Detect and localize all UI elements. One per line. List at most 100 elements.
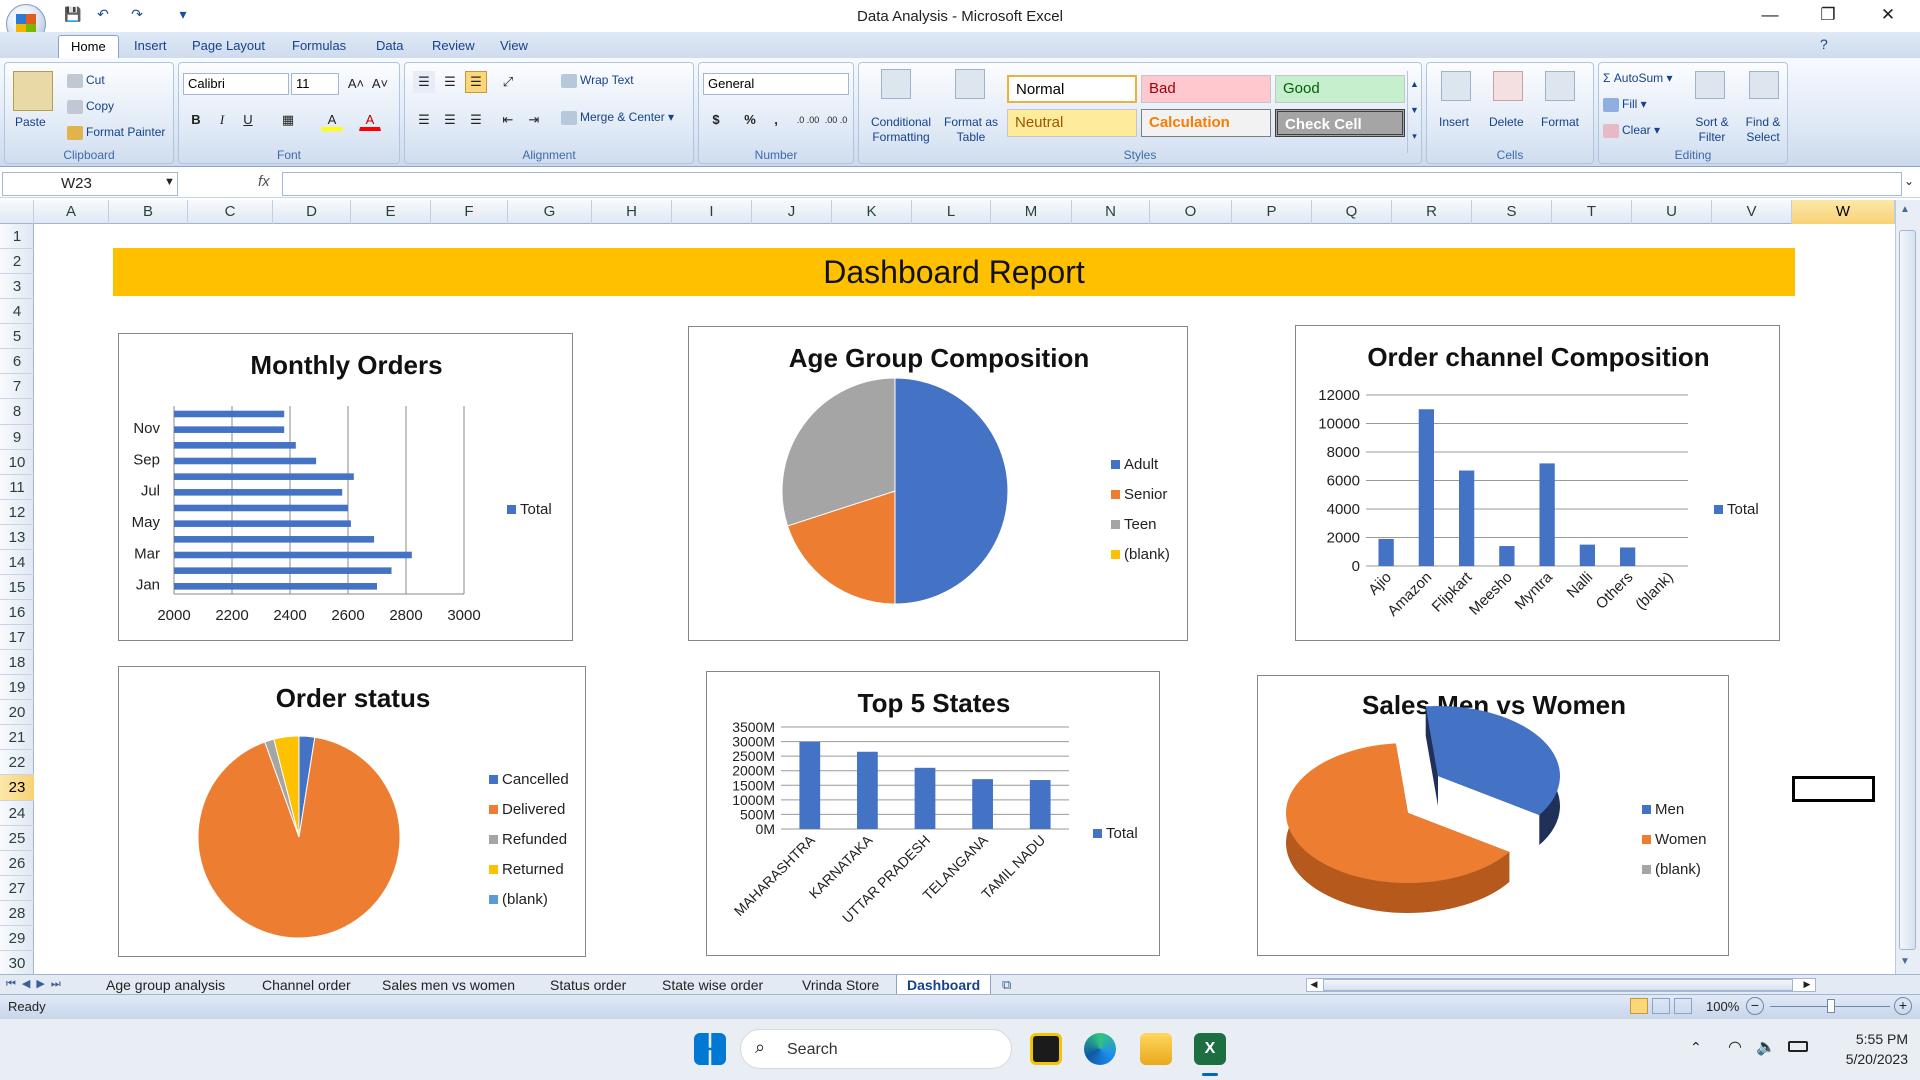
paste-button[interactable]: Paste (15, 115, 46, 129)
row-header-14[interactable]: 14 (0, 550, 34, 575)
row-header-16[interactable]: 16 (0, 600, 34, 626)
column-header-I[interactable]: I (672, 200, 752, 224)
sheet-tab-status-order[interactable]: Status order (540, 975, 636, 995)
undo-icon[interactable]: ↶ (92, 6, 114, 26)
scroll-right-icon[interactable]: ▶ (1800, 979, 1814, 991)
column-header-B[interactable]: B (109, 200, 188, 224)
row-header-5[interactable]: 5 (0, 324, 34, 350)
name-box-dropdown-icon[interactable]: ▼ (164, 176, 175, 188)
wifi-icon[interactable]: ◠ (1728, 1037, 1742, 1057)
zoom-out-icon[interactable]: − (1746, 997, 1764, 1015)
sales-gender-chart[interactable]: Sales Men vs Women Men Women (blank) (1257, 675, 1729, 956)
sheet-tab-channel-order[interactable]: Channel order (252, 975, 361, 995)
percent-button[interactable]: % (739, 109, 761, 131)
align-middle-icon[interactable]: ☰ (439, 71, 461, 93)
row-header-23[interactable]: 23 (0, 775, 34, 801)
tab-view[interactable]: View (488, 35, 540, 58)
insert-sheet-icon[interactable]: ⧉ (1002, 977, 1011, 993)
wrap-text-button[interactable]: Wrap Text (561, 73, 634, 88)
copy-button[interactable]: Copy (67, 99, 114, 114)
row-header-4[interactable]: 4 (0, 299, 34, 325)
number-format-field[interactable]: General (703, 73, 849, 95)
expand-formula-icon[interactable]: ⌄ (1904, 174, 1914, 188)
row-header-28[interactable]: 28 (0, 901, 34, 926)
merge-center-button[interactable]: Merge & Center ▾ (561, 110, 674, 125)
style-calculation[interactable]: Calculation (1141, 109, 1271, 137)
order-status-chart[interactable]: Order status Cancelled Delivered Refunded Re… (118, 666, 586, 957)
style-check-cell[interactable]: Check Cell (1275, 109, 1405, 137)
taskbar-search[interactable]: ⌕ Search (740, 1029, 1012, 1069)
tab-formulas[interactable]: Formulas (280, 35, 358, 58)
format-as-table-button[interactable]: Format as Table (943, 115, 999, 145)
row-header-15[interactable]: 15 (0, 575, 34, 600)
close-button[interactable]: ✕ (1860, 0, 1916, 32)
underline-button[interactable]: U (237, 109, 259, 131)
increase-decimal-button[interactable]: .0 .00 (795, 109, 821, 131)
page-layout-view-icon[interactable] (1652, 998, 1670, 1014)
orientation-icon[interactable]: ⤢ (497, 71, 519, 93)
name-box[interactable]: W23 (2, 172, 178, 196)
border-button[interactable]: ▦ (277, 109, 299, 131)
styles-scroll-icon[interactable]: ▲ ▼ ▾ (1407, 71, 1421, 153)
column-header-V[interactable]: V (1712, 200, 1792, 224)
scroll-left-icon[interactable]: ◀ (1307, 979, 1321, 991)
column-header-O[interactable]: O (1150, 200, 1232, 224)
row-header-17[interactable]: 17 (0, 625, 34, 651)
sort-filter-button[interactable]: Sort & Filter (1689, 115, 1735, 145)
style-normal[interactable]: Normal (1007, 75, 1137, 103)
row-header-22[interactable]: 22 (0, 750, 34, 776)
tab-insert[interactable]: Insert (122, 35, 179, 58)
row-header-24[interactable]: 24 (0, 801, 34, 826)
column-header-Q[interactable]: Q (1312, 200, 1392, 224)
column-header-C[interactable]: C (188, 200, 273, 224)
zoom-level[interactable]: 100% (1706, 999, 1739, 1014)
save-icon[interactable]: 💾 (62, 6, 84, 26)
clock-date[interactable]: 5/20/2023 (1828, 1051, 1908, 1067)
align-right-icon[interactable]: ☰ (465, 109, 487, 131)
sort-filter-icon[interactable] (1695, 71, 1725, 99)
sheet-tab-vrinda-store[interactable]: Vrinda Store (792, 975, 889, 995)
clock-time[interactable]: 5:55 PM (1828, 1031, 1908, 1047)
row-header-1[interactable]: 1 (0, 224, 34, 250)
cut-button[interactable]: Cut (67, 73, 105, 88)
tab-scroll-icons[interactable]: ⏮◀▶⏭ (6, 977, 67, 991)
column-header-W[interactable]: W (1792, 200, 1895, 224)
shrink-font-button[interactable]: A˅ (369, 73, 391, 95)
worksheet[interactable]: Dashboard Report Monthly Orders 2000 2200 2… (35, 224, 1895, 976)
tray-chevron-icon[interactable]: ⌃ (1690, 1039, 1702, 1056)
row-header-19[interactable]: 19 (0, 675, 34, 701)
help-icon[interactable]: ? (1820, 36, 1828, 52)
fill-color-button[interactable]: A (321, 109, 343, 131)
horizontal-scroll-thumb[interactable] (1323, 979, 1793, 991)
vertical-scrollbar[interactable]: ▲ ▼ (1895, 200, 1920, 976)
row-header-3[interactable]: 3 (0, 274, 34, 300)
font-color-button[interactable]: A (359, 109, 381, 131)
fill-button[interactable]: Fill ▾ (1603, 97, 1647, 112)
battery-icon[interactable] (1788, 1041, 1808, 1052)
row-header-27[interactable]: 27 (0, 876, 34, 901)
row-header-18[interactable]: 18 (0, 650, 34, 676)
row-header-2[interactable]: 2 (0, 249, 34, 275)
minimize-button[interactable]: — (1742, 0, 1798, 32)
tab-review[interactable]: Review (420, 35, 487, 58)
row-header-29[interactable]: 29 (0, 926, 34, 951)
increase-indent-icon[interactable]: ⇥ (523, 109, 545, 131)
paste-icon[interactable] (13, 71, 53, 111)
column-header-J[interactable]: J (752, 200, 832, 224)
format-cells-icon[interactable] (1545, 71, 1575, 101)
row-header-13[interactable]: 13 (0, 525, 34, 550)
row-header-7[interactable]: 7 (0, 374, 34, 400)
conditional-formatting-button[interactable]: Conditional Formatting (863, 115, 939, 145)
column-header-U[interactable]: U (1632, 200, 1712, 224)
column-header-F[interactable]: F (431, 200, 508, 224)
style-bad[interactable]: Bad (1141, 75, 1271, 103)
file-explorer-icon[interactable] (1140, 1033, 1172, 1065)
row-header-12[interactable]: 12 (0, 500, 34, 525)
format-painter-button[interactable]: Format Painter (67, 125, 165, 140)
find-select-button[interactable]: Find & Select (1739, 115, 1787, 145)
row-header-9[interactable]: 9 (0, 425, 34, 450)
binoculars-icon[interactable] (1749, 71, 1779, 99)
customize-qat-icon[interactable]: ▾ (172, 6, 194, 26)
redo-icon[interactable]: ↷ (126, 6, 148, 26)
column-header-T[interactable]: T (1552, 200, 1632, 224)
